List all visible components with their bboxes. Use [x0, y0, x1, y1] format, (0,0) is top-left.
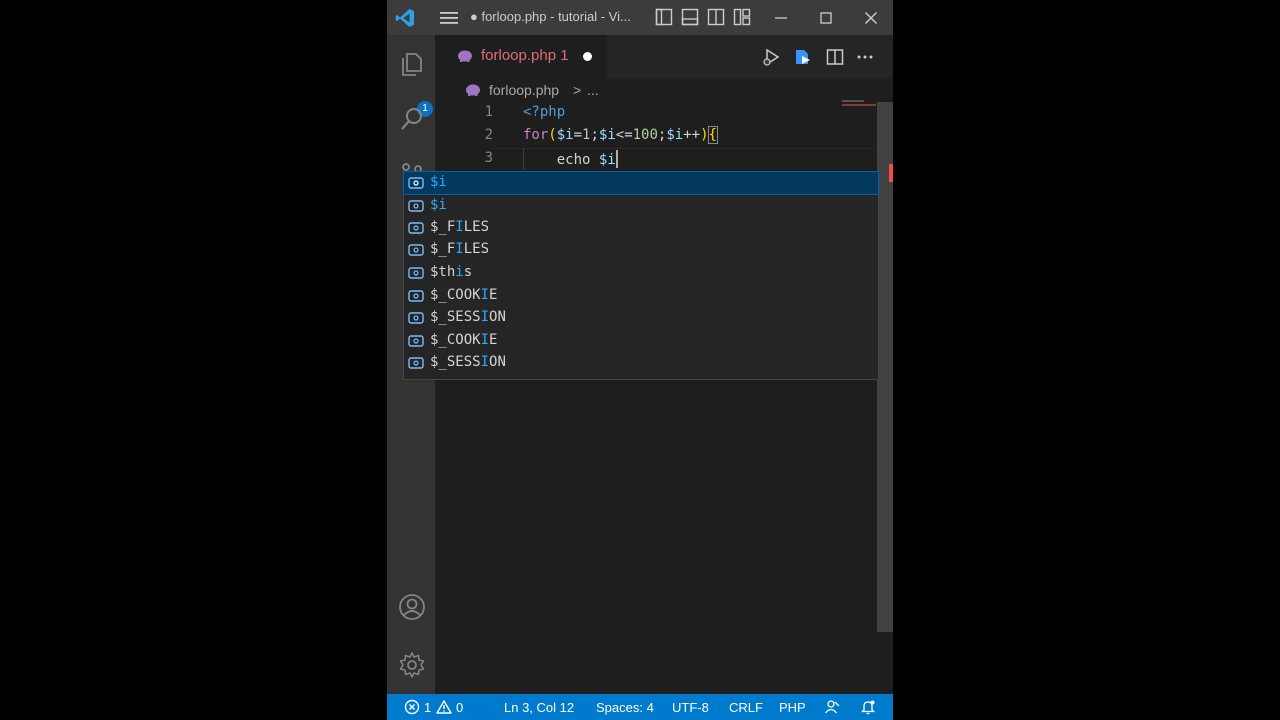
suggestion-item[interactable]: $_COOKIE [404, 285, 878, 307]
vscode-window: ● forloop.php - tutorial - Vi... 1 forlo… [387, 0, 893, 720]
variable-icon [408, 222, 424, 234]
maximize-icon[interactable] [816, 8, 836, 28]
suggestion-item[interactable]: $_FILES [404, 217, 878, 239]
suggestion-item[interactable]: $_SESSION [404, 307, 878, 329]
suggestion-item[interactable]: $this [404, 262, 878, 284]
go-live-icon[interactable] [793, 47, 813, 67]
warning-icon[interactable] [436, 699, 452, 715]
variable-icon [408, 357, 424, 369]
explorer-files-icon[interactable] [398, 49, 426, 77]
window-title: ● forloop.php - tutorial - Vi... [470, 9, 631, 24]
text-cursor [615, 150, 618, 168]
code-line-1: <?php [523, 104, 566, 120]
code-line-3: echo $i [556, 150, 618, 168]
variable-icon [408, 335, 424, 347]
variable-icon [408, 267, 424, 279]
toggle-secondary-sidebar-icon[interactable] [707, 8, 725, 26]
suggestion-item[interactable]: $i [403, 171, 879, 195]
toggle-primary-sidebar-icon[interactable] [655, 8, 673, 26]
tab-forloop-php[interactable]: forloop.php 1 [435, 35, 607, 78]
settings-gear-icon[interactable] [398, 651, 426, 679]
more-actions-icon[interactable] [855, 47, 875, 67]
error-icon[interactable] [404, 699, 420, 715]
suggestion-item[interactable]: $_FILES [404, 239, 878, 261]
feedback-icon[interactable] [824, 699, 840, 715]
variable-icon [408, 177, 424, 189]
error-marker [889, 164, 893, 182]
split-editor-icon[interactable] [825, 47, 845, 67]
toggle-panel-icon[interactable] [681, 8, 699, 26]
editor-tab-bar: forloop.php 1 [435, 35, 893, 78]
scrollbar-track [877, 632, 893, 694]
variable-icon [408, 244, 424, 256]
variable-icon [408, 200, 424, 212]
breadcrumb-separator: > [573, 82, 582, 98]
file-encoding[interactable]: UTF-8 [672, 700, 709, 715]
search-icon[interactable] [398, 105, 426, 133]
run-debug-icon[interactable] [761, 47, 781, 67]
indentation[interactable]: Spaces: 4 [596, 700, 654, 715]
line-ending[interactable]: CRLF [729, 700, 763, 715]
suggestion-item[interactable]: $_SESSION [404, 352, 878, 374]
php-elephant-icon [466, 84, 480, 96]
cursor-position[interactable]: Ln 3, Col 12 [504, 700, 574, 715]
breadcrumb-file[interactable]: forloop.php [489, 82, 559, 98]
accounts-icon[interactable] [398, 593, 426, 621]
code-line-2: for($i=1;$i<=100;$i++){ [523, 126, 719, 144]
warning-count[interactable]: 0 [456, 700, 463, 715]
close-icon[interactable] [861, 8, 881, 28]
customize-layout-icon[interactable] [733, 8, 751, 26]
line-number: 2 [484, 127, 493, 143]
suggestion-widget: $i $i $_FILES $_FILES $this $_COOKIE $_S… [403, 171, 879, 380]
suggestion-item[interactable]: $_COOKIE [404, 330, 878, 352]
status-bar: 1 0 Ln 3, Col 12 Spaces: 4 UTF-8 CRLF PH… [387, 694, 893, 720]
tab-label: forloop.php 1 [481, 47, 569, 64]
menu-icon[interactable] [439, 9, 459, 27]
minimap-line [842, 100, 864, 102]
breadcrumb-more[interactable]: ... [587, 82, 599, 98]
language-mode[interactable]: PHP [779, 700, 806, 715]
php-elephant-icon [458, 50, 472, 62]
variable-icon [408, 312, 424, 324]
error-count[interactable]: 1 [424, 700, 431, 715]
minimize-icon[interactable] [771, 8, 791, 28]
unsaved-dot-icon[interactable] [583, 52, 592, 61]
vscode-logo-icon [395, 9, 414, 27]
line-number: 1 [484, 104, 493, 120]
title-bar: ● forloop.php - tutorial - Vi... [387, 0, 893, 35]
variable-icon [408, 290, 424, 302]
line-number: 3 [484, 150, 493, 166]
notifications-bell-icon[interactable] [860, 699, 876, 715]
minimap-line [842, 104, 876, 106]
suggestion-item[interactable]: $i [404, 195, 878, 217]
